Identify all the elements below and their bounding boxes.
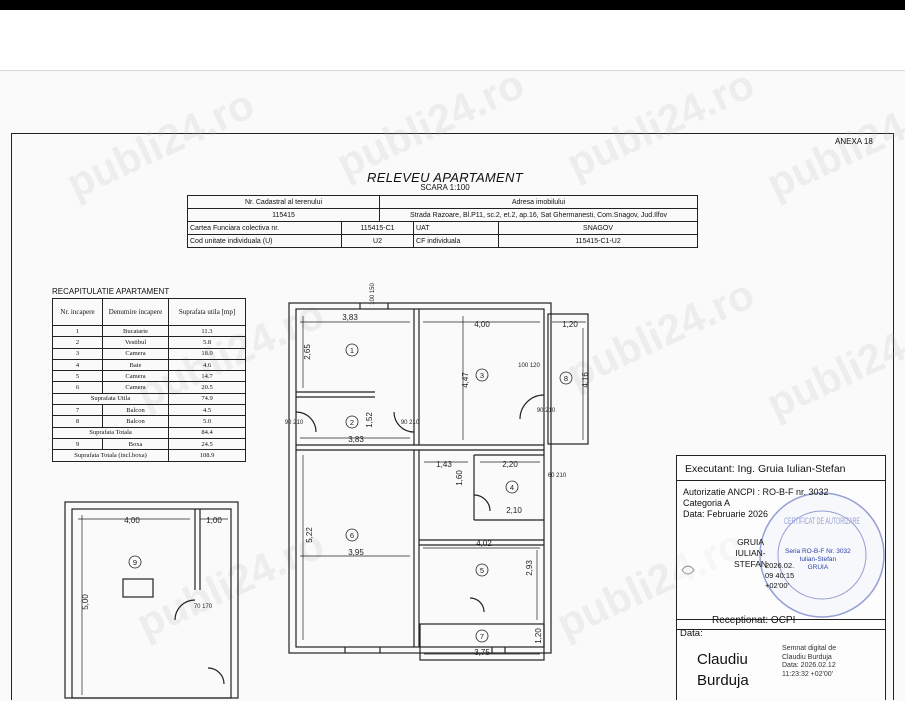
room-number: 3 [480,371,484,380]
dimension-label: 4,02 [476,539,492,548]
signer-name: GRUIA IULIAN- STEFAN [734,537,768,569]
dimension-label: 2,10 [506,506,522,515]
room-number: 5 [480,566,484,575]
executant-label: Executant: Ing. Gruia Iulian-Stefan [685,463,846,475]
room-number: 6 [350,531,354,540]
opening-label: 60 210 [548,473,567,479]
dimension-label: 1,60 [455,470,464,486]
dimension-label: 1,20 [562,320,578,329]
dimension-label: 4,00 [474,320,490,329]
room-number: 8 [564,374,568,383]
receptionat-label: Receptionat: OCPI [712,615,796,626]
opening-label: 100 150 [370,283,376,305]
room-number: 1 [350,346,354,355]
dimension-label: 2,65 [303,344,312,360]
inner-wall [295,308,545,648]
dimension-label: 5,22 [305,527,314,543]
authorization-label: Autorizatie ANCPI : RO-B-F nr. 3032 [683,487,829,497]
opening-label: 70 170 [194,604,213,610]
dimension-label: 1,00 [206,516,222,525]
dimension-label: 3,83 [342,313,358,322]
digital-signature-note: Semnat digital de Claudiu Burduja Data: … [782,645,837,678]
data-label: Data: [680,628,703,639]
dimension-label: 3,95 [348,548,364,557]
receiver-name: Claudiu Burduja [697,651,749,689]
boxa-object [122,578,154,598]
dimension-label: 2,20 [502,460,518,469]
dimension-label: 4,47 [461,372,470,388]
room-number: 9 [133,558,137,567]
room-number: 2 [350,418,354,427]
dimension-label: 1,43 [436,460,452,469]
dimension-label: 1,20 [534,628,543,644]
seal-detail: Seria RO-B-F Nr. 3032 Iulian-Stefan GRUI… [785,548,851,571]
outer-wall [288,302,552,654]
dimension-label: 3,83 [348,435,364,444]
opening-label: 90 210 [401,420,420,426]
opening-label: 90 210 [537,408,556,414]
dimension-label: 2,93 [525,560,534,576]
dimension-label: 4,16 [581,372,590,388]
dimension-label: 5,00 [81,594,90,610]
opening-label: 90 210 [285,420,304,426]
dimension-label: 3,75 [474,648,490,657]
date-label: Data: Februarie 2026 [683,509,769,519]
opening-label: 100 120 [518,363,540,369]
room-number: 4 [510,483,514,492]
dimension-label: 1,52 [365,412,374,428]
category-label: Categoria A [683,498,731,508]
dimension-label: 4,00 [124,516,140,525]
room-number: 7 [480,632,484,641]
